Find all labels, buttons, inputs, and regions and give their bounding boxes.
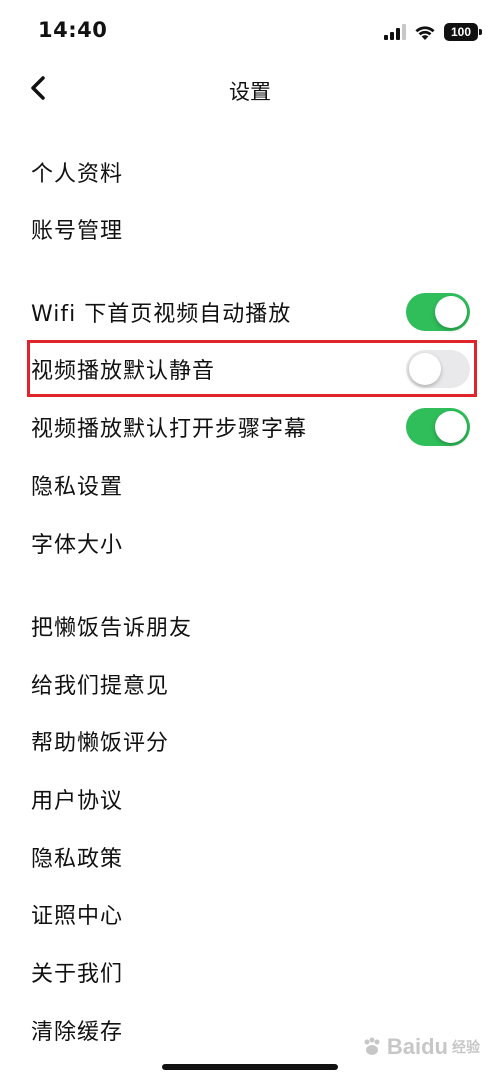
settings-item-font-size[interactable]: 字体大小 bbox=[0, 515, 500, 571]
settings-item-label: 视频播放默认打开步骤字幕 bbox=[31, 417, 308, 442]
settings-item-profile[interactable]: 个人资料 bbox=[0, 144, 500, 200]
status-icons: 100 bbox=[384, 20, 482, 44]
settings-item-label: 账号管理 bbox=[31, 219, 124, 244]
toggle-knob bbox=[435, 411, 467, 443]
toggle-knob bbox=[435, 296, 467, 328]
wifi-icon bbox=[415, 26, 435, 40]
status-time: 14:40 bbox=[38, 18, 108, 42]
settings-item-licenses[interactable]: 证照中心 bbox=[0, 886, 500, 942]
settings-item-privacy-policy[interactable]: 隐私政策 bbox=[0, 829, 500, 885]
paw-icon bbox=[364, 1037, 380, 1055]
settings-item-label: 帮助懒饭评分 bbox=[31, 731, 170, 756]
default-mute-toggle[interactable] bbox=[406, 350, 470, 388]
settings-item-label: 隐私设置 bbox=[31, 475, 124, 500]
settings-item-rate[interactable]: 帮助懒饭评分 bbox=[0, 713, 500, 769]
settings-item-label: 清除缓存 bbox=[31, 1020, 124, 1045]
battery-icon: 100 bbox=[444, 23, 482, 41]
settings-item-label: 用户协议 bbox=[31, 789, 124, 814]
home-indicator bbox=[162, 1064, 338, 1070]
settings-item-label: 字体大小 bbox=[31, 533, 124, 558]
watermark-sub: 经验 bbox=[452, 1040, 480, 1056]
nav-bar: 设置 bbox=[0, 62, 500, 116]
settings-item-label: 个人资料 bbox=[31, 162, 124, 187]
signal-icon bbox=[384, 24, 406, 40]
settings-item-default-mute[interactable]: 视频播放默认静音 bbox=[0, 341, 500, 397]
settings-item-share[interactable]: 把懒饭告诉朋友 bbox=[0, 598, 500, 654]
settings-item-label: 把懒饭告诉朋友 bbox=[31, 616, 193, 641]
wifi-autoplay-toggle[interactable] bbox=[406, 293, 470, 331]
baidu-watermark: Baidu 经验 bbox=[361, 1034, 480, 1060]
settings-item-feedback[interactable]: 给我们提意见 bbox=[0, 656, 500, 712]
page-title: 设置 bbox=[229, 80, 271, 104]
settings-item-user-agreement[interactable]: 用户协议 bbox=[0, 771, 500, 827]
settings-item-label: 证照中心 bbox=[31, 904, 124, 929]
settings-item-about[interactable]: 关于我们 bbox=[0, 944, 500, 1000]
settings-item-privacy-settings[interactable]: 隐私设置 bbox=[0, 457, 500, 513]
battery-cap bbox=[479, 29, 482, 35]
default-subtitles-toggle[interactable] bbox=[406, 408, 470, 446]
settings-item-label: 关于我们 bbox=[31, 962, 124, 987]
toggle-knob bbox=[409, 353, 441, 385]
settings-item-label: 隐私政策 bbox=[31, 847, 124, 872]
settings-item-default-subtitles[interactable]: 视频播放默认打开步骤字幕 bbox=[0, 399, 500, 455]
settings-item-wifi-autoplay[interactable]: Wifi 下首页视频自动播放 bbox=[0, 284, 500, 340]
settings-item-label: Wifi 下首页视频自动播放 bbox=[31, 302, 292, 327]
watermark-text: Baidu bbox=[386, 1034, 448, 1059]
settings-item-label: 给我们提意见 bbox=[31, 674, 170, 699]
battery-level: 100 bbox=[450, 25, 472, 39]
status-bar: 14:40 100 bbox=[0, 0, 500, 62]
settings-item-label: 视频播放默认静音 bbox=[31, 359, 216, 384]
settings-item-account[interactable]: 账号管理 bbox=[0, 201, 500, 257]
